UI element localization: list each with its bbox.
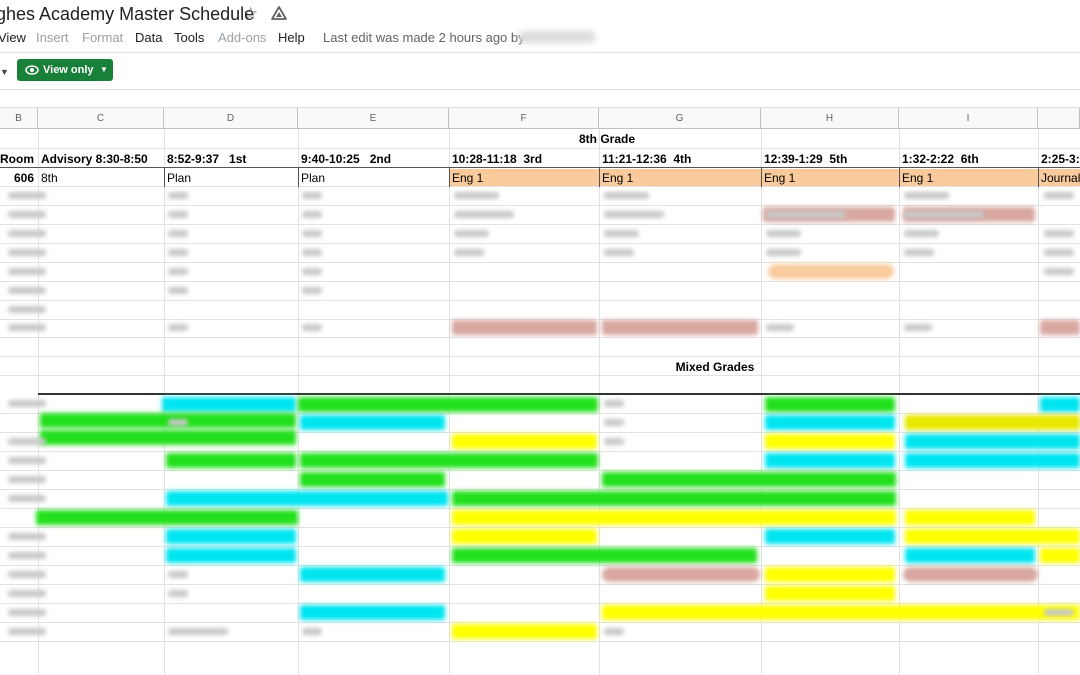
header-period-3: 10:28-11:18 3rd	[452, 152, 543, 166]
menu-tools[interactable]: Tools	[174, 30, 204, 45]
header-period-7: 2:25-3:1	[1041, 152, 1080, 166]
column-header-b[interactable]: B	[0, 108, 38, 129]
menu-format[interactable]: Format	[82, 30, 123, 45]
header-period-4: 11:21-12:36 4th	[602, 152, 692, 166]
document-title[interactable]: ghes Academy Master Schedule	[0, 4, 254, 25]
schedule-cell[interactable]: Eng 1	[452, 171, 597, 185]
room-number[interactable]: 606	[0, 171, 34, 185]
column-header-e[interactable]: E	[298, 108, 449, 129]
header-period-5: 12:39-1:29 5th	[764, 152, 848, 166]
title-bar: ghes Academy Master Schedule ☆	[0, 0, 1080, 28]
header-row-border	[0, 167, 1080, 168]
schedule-cell[interactable]: Eng 1	[764, 171, 896, 185]
column-header-f[interactable]: F	[449, 108, 599, 129]
editor-name-redacted	[519, 31, 595, 43]
toolbar: ▼ View only ▼	[0, 52, 1080, 90]
schedule-cell[interactable]: Plan	[301, 171, 446, 185]
schedule-cell[interactable]: Eng 1	[602, 171, 758, 185]
column-header-g[interactable]: G	[599, 108, 761, 129]
header-period-1: 8:52-9:37 1st	[167, 152, 247, 166]
section-title-8th-grade: 8th Grade	[578, 132, 635, 146]
caret-down-icon[interactable]: ▼	[0, 67, 9, 77]
menu-bar: View Insert Format Data Tools Add-ons He…	[0, 28, 1080, 48]
schedule-cell[interactable]: Eng 1	[902, 171, 1036, 185]
view-only-button[interactable]: View only ▼	[17, 59, 113, 81]
menu-data[interactable]: Data	[135, 30, 162, 45]
menu-help[interactable]: Help	[278, 30, 305, 45]
header-period-6: 1:32-2:22 6th	[902, 152, 979, 166]
menu-insert[interactable]: Insert	[36, 30, 69, 45]
header-room: Room	[0, 152, 34, 166]
schedule-cell[interactable]: 8th	[41, 171, 161, 185]
header-period-2: 9:40-10:25 2nd	[301, 152, 392, 166]
header-advisory: Advisory 8:30-8:50	[41, 152, 148, 166]
menu-addons[interactable]: Add-ons	[218, 30, 266, 45]
last-edit-status[interactable]: Last edit was made 2 hours ago by	[323, 30, 525, 45]
column-header-h[interactable]: H	[761, 108, 899, 129]
section-divider	[38, 393, 1080, 395]
star-icon[interactable]: ☆	[243, 5, 258, 23]
section-title-mixed-grades: Mixed Grades	[675, 360, 755, 374]
formula-bar[interactable]	[0, 89, 1080, 108]
column-header-d[interactable]: D	[164, 108, 298, 129]
menu-view[interactable]: View	[0, 30, 26, 45]
drive-move-icon[interactable]	[270, 5, 288, 23]
spreadsheet-grid[interactable]: B C D E F G H I 8th Grade Room Advisory …	[0, 108, 1080, 675]
column-header-c[interactable]: C	[38, 108, 164, 129]
column-header-i[interactable]: I	[899, 108, 1038, 129]
view-only-label: View only	[43, 64, 94, 76]
caret-down-icon: ▼	[100, 65, 108, 74]
schedule-cell[interactable]: Plan	[167, 171, 295, 185]
schedule-cell[interactable]: Journali	[1041, 171, 1080, 185]
eye-icon	[25, 65, 39, 75]
column-header-j[interactable]	[1038, 108, 1080, 129]
